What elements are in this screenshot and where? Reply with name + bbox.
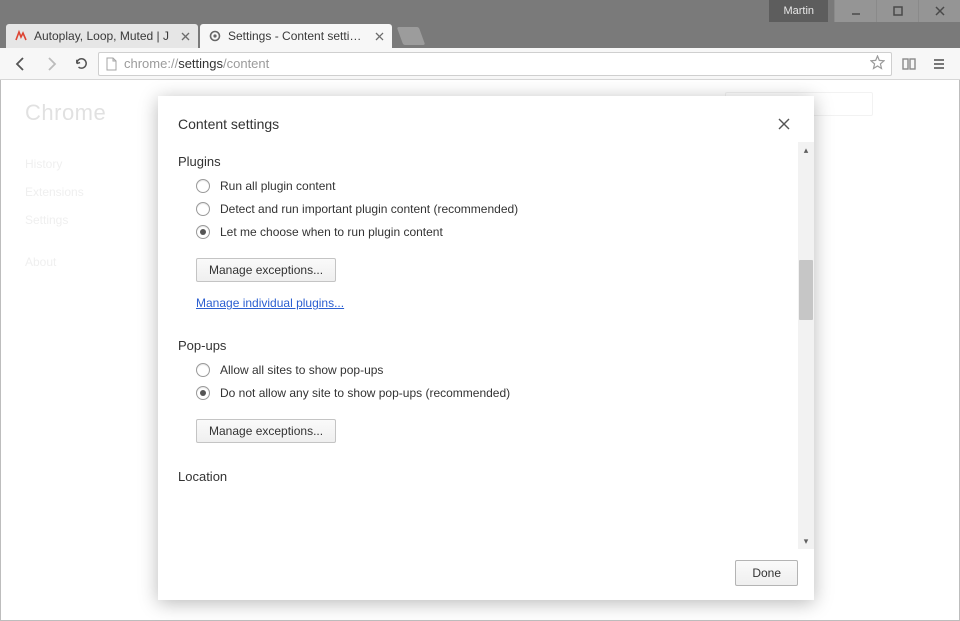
close-icon — [934, 5, 946, 17]
reload-icon — [74, 56, 89, 71]
menu-button[interactable] — [926, 51, 952, 77]
dialog-body: ▴ ▾ Plugins Run all plugin content Detec… — [158, 142, 814, 549]
new-tab-button[interactable] — [397, 27, 426, 45]
modal-overlay: Content settings ▴ ▾ Plugins Run all plu… — [1, 80, 959, 620]
manage-exceptions-button[interactable]: Manage exceptions... — [196, 419, 336, 443]
section-heading-popups: Pop-ups — [178, 338, 784, 353]
radio-option[interactable]: Detect and run important plugin content … — [196, 202, 784, 216]
radio-label: Do not allow any site to show pop-ups (r… — [220, 386, 510, 400]
done-button[interactable]: Done — [735, 560, 798, 586]
window-maximize-button[interactable] — [876, 0, 918, 22]
forward-button[interactable] — [38, 51, 64, 77]
radio-icon — [196, 202, 210, 216]
tab-close-button[interactable] — [372, 29, 386, 43]
scroll-down-button[interactable]: ▾ — [798, 533, 814, 549]
radio-icon — [196, 179, 210, 193]
page-icon — [105, 57, 118, 71]
radio-icon — [196, 386, 210, 400]
section-heading-location: Location — [178, 469, 784, 484]
radio-label: Detect and run important plugin content … — [220, 202, 518, 216]
url-host: settings — [178, 56, 223, 71]
hamburger-icon — [931, 56, 947, 72]
radio-label: Let me choose when to run plugin content — [220, 225, 443, 239]
dialog-title: Content settings — [178, 116, 279, 132]
window-minimize-button[interactable] — [834, 0, 876, 22]
star-icon — [870, 55, 885, 70]
dialog-close-button[interactable] — [774, 114, 794, 134]
section-heading-plugins: Plugins — [178, 154, 784, 169]
radio-label: Allow all sites to show pop-ups — [220, 363, 383, 377]
extension-button[interactable] — [896, 51, 922, 77]
scroll-up-button[interactable]: ▴ — [798, 142, 814, 158]
minimize-icon — [850, 5, 862, 17]
radio-label: Run all plugin content — [220, 179, 335, 193]
radio-option[interactable]: Run all plugin content — [196, 179, 784, 193]
scrollbar-thumb[interactable] — [799, 260, 813, 320]
bookmark-star-button[interactable] — [870, 55, 885, 73]
browser-tab[interactable]: Settings - Content settings — [200, 24, 392, 48]
reload-button[interactable] — [68, 51, 94, 77]
window-close-button[interactable] — [918, 0, 960, 22]
gear-icon — [208, 29, 222, 43]
window-titlebar: Martin — [0, 0, 960, 22]
radio-option[interactable]: Let me choose when to run plugin content — [196, 225, 784, 239]
user-chip[interactable]: Martin — [769, 0, 828, 22]
scrollbar-track[interactable]: ▴ ▾ — [798, 142, 814, 549]
panels-icon — [901, 56, 917, 72]
page-viewport: Chrome History Extensions Settings About… — [0, 80, 960, 621]
maximize-icon — [892, 5, 904, 17]
favicon-icon — [14, 29, 28, 43]
arrow-left-icon — [13, 56, 29, 72]
radio-icon — [196, 225, 210, 239]
back-button[interactable] — [8, 51, 34, 77]
tab-close-button[interactable] — [178, 29, 192, 43]
close-icon — [778, 118, 790, 130]
url-path: /content — [223, 56, 269, 71]
browser-tab[interactable]: Autoplay, Loop, Muted | J — [6, 24, 198, 48]
url-scheme: chrome:// — [124, 56, 178, 71]
tab-label: Autoplay, Loop, Muted | J — [34, 29, 172, 43]
tab-label: Settings - Content settings — [228, 29, 366, 43]
browser-toolbar: chrome://settings/content — [0, 48, 960, 80]
radio-option[interactable]: Allow all sites to show pop-ups — [196, 363, 784, 377]
tab-strip: Autoplay, Loop, Muted | J Settings - Con… — [0, 22, 960, 48]
manage-exceptions-button[interactable]: Manage exceptions... — [196, 258, 336, 282]
radio-icon — [196, 363, 210, 377]
arrow-right-icon — [43, 56, 59, 72]
radio-option[interactable]: Do not allow any site to show pop-ups (r… — [196, 386, 784, 400]
manage-individual-plugins-link[interactable]: Manage individual plugins... — [196, 296, 344, 310]
omnibox[interactable]: chrome://settings/content — [98, 52, 892, 76]
content-settings-dialog: Content settings ▴ ▾ Plugins Run all plu… — [158, 96, 814, 600]
